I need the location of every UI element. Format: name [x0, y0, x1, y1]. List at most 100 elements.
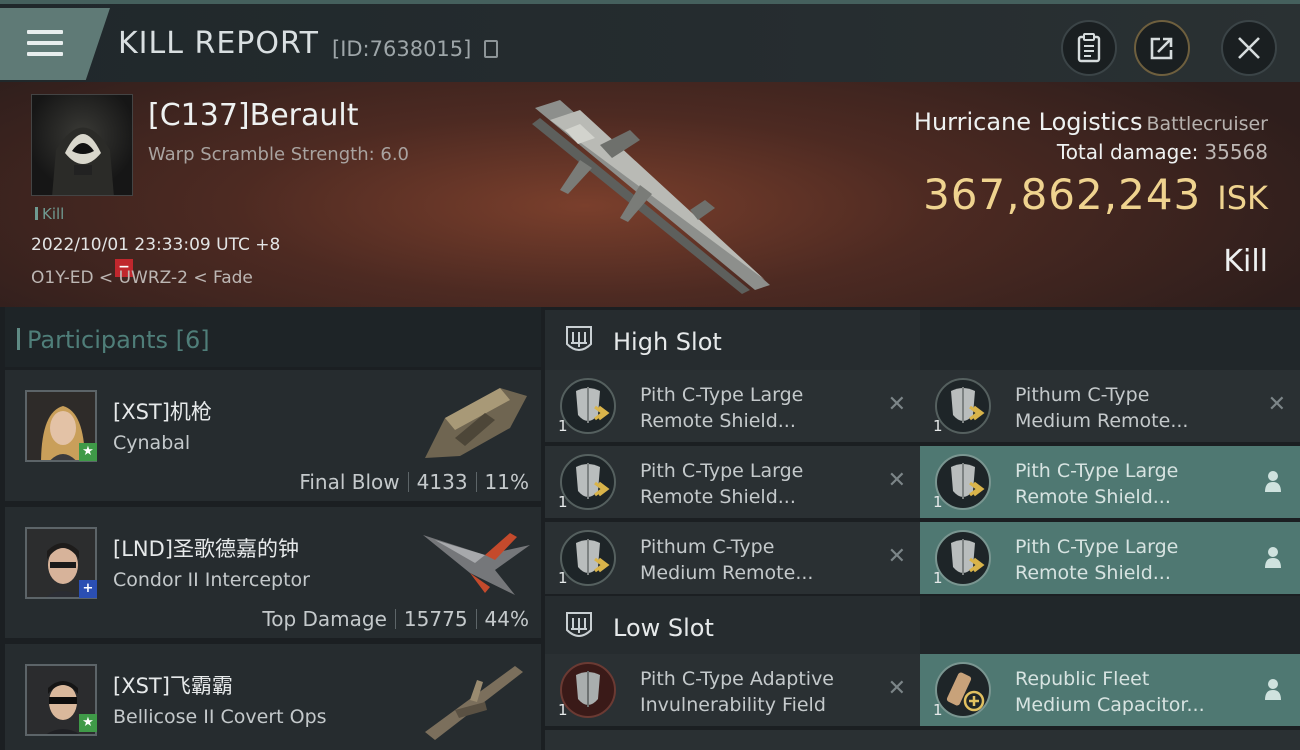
module-name: Pith C-Type Large Remote Shield...	[1015, 458, 1255, 510]
participant-name: [XST]飞霸霸	[113, 674, 233, 698]
person-icon	[1265, 679, 1281, 700]
module-name-line2: Medium Capacitor...	[1015, 694, 1205, 716]
high-slot-icon	[566, 326, 592, 351]
destroyed-icon: ✕	[887, 544, 906, 569]
shield-booster-icon	[935, 378, 991, 434]
title-bar: KILL REPORT [ID:7638015]	[0, 0, 1300, 82]
participant-stats: Final Blow 4133 11%	[299, 470, 529, 494]
module-name: Pith C-Type Adaptive Invulnerability Fiel…	[640, 666, 880, 718]
destroyed-icon: ✕	[887, 392, 906, 417]
shield-booster-icon	[935, 454, 991, 510]
module-quantity: 1	[933, 417, 943, 435]
module-name-line1: Pith C-Type Large	[640, 460, 804, 482]
kill-tag: Kill	[35, 205, 64, 223]
shield-booster-icon	[560, 530, 616, 586]
isk-unit: ISK	[1217, 179, 1268, 217]
person-icon	[1265, 547, 1281, 568]
module-name-line1: Republic Fleet	[1015, 668, 1150, 690]
participants-header: Participants [6]	[5, 307, 541, 367]
module-name-line2: Invulnerability Field	[640, 694, 826, 716]
high-slot-title: High Slot	[613, 328, 722, 356]
participants-title: Participants [6]	[17, 326, 210, 354]
export-icon	[1150, 37, 1173, 60]
module-name: Republic Fleet Medium Capacitor...	[1015, 666, 1255, 718]
participant-ship-image	[425, 666, 523, 740]
corp-badge: ★	[79, 443, 97, 461]
close-button[interactable]	[1221, 20, 1277, 76]
participant-name: [XST]机枪	[113, 400, 212, 424]
module-name-line2: Remote Shield...	[640, 410, 796, 432]
module-item[interactable]: 1 Pith C-Type Large Remote Shield...	[920, 522, 1300, 594]
module-quantity: 1	[558, 493, 568, 511]
damage-value: 4133	[416, 470, 468, 494]
corp-badge: +	[79, 580, 97, 598]
module-item[interactable]: 1 Pith C-Type Large Remote Shield...	[920, 446, 1300, 518]
participant-stats: Top Damage 15775 44%	[262, 607, 529, 631]
module-name-line2: Remote Shield...	[1015, 562, 1171, 584]
report-id: [ID:7638015]	[332, 37, 472, 61]
participant-row[interactable]: ★ [XST]机枪 Cynabal Final Blow 4133 11%	[5, 370, 541, 504]
clipboard-button[interactable]	[1061, 20, 1117, 76]
module-quantity: 1	[933, 569, 943, 587]
module-item[interactable]: 1 Pithum C-Type Medium Remote... ✕	[920, 370, 1300, 442]
victim-avatar[interactable]	[31, 94, 133, 196]
module-name-line2: Remote Shield...	[640, 486, 796, 508]
destroyed-icon: ✕	[887, 468, 906, 493]
module-quantity: 1	[933, 701, 943, 719]
participant-ship: Cynabal	[113, 432, 191, 454]
module-quantity: 1	[933, 493, 943, 511]
participant-row[interactable]: ★ [XST]飞霸霸 Bellicose II Covert Ops	[5, 644, 541, 750]
low-slot-icon	[566, 612, 592, 637]
participant-row[interactable]: + [LND]圣歌德嘉的钟 Condor II Interceptor Top …	[5, 507, 541, 641]
stat-label: Top Damage	[262, 607, 387, 631]
module-name: Pith C-Type Large Remote Shield...	[640, 382, 880, 434]
module-name: Pithum C-Type Medium Remote...	[1015, 382, 1255, 434]
module-name: Pith C-Type Large Remote Shield...	[640, 458, 880, 510]
module-item[interactable]: 1 Pith C-Type Large Remote Shield... ✕	[545, 370, 920, 442]
corp-badge: ★	[79, 714, 97, 732]
module-item[interactable]: 1 Pithum C-Type Medium Remote... ✕	[545, 522, 920, 594]
damage-value: 15775	[403, 607, 468, 631]
destroyed-icon: ✕	[1267, 392, 1286, 417]
slot-header-spacer	[920, 596, 1300, 656]
module-name-line1: Pith C-Type Large	[640, 384, 804, 406]
damage-percent: 44%	[484, 607, 529, 631]
low-slot-header: Low Slot	[545, 596, 920, 656]
module-item-partial[interactable]	[920, 730, 1300, 750]
invulnerability-field-icon	[560, 662, 616, 718]
high-slot-header: High Slot	[545, 310, 920, 370]
module-quantity: 1	[558, 701, 568, 719]
low-slot-title: Low Slot	[613, 614, 714, 642]
module-item[interactable]: 1 Pith C-Type Adaptive Invulnerability Fi…	[545, 654, 920, 726]
isk-value: 367,862,243 ISK	[923, 170, 1268, 219]
copy-icon[interactable]	[484, 40, 498, 58]
slot-header-spacer	[920, 310, 1300, 370]
capacitor-icon	[935, 662, 991, 718]
warp-scramble-strength: Warp Scramble Strength: 6.0	[148, 144, 410, 165]
isk-amount: 367,862,243	[923, 170, 1202, 219]
close-icon	[1238, 37, 1260, 59]
total-damage-label: Total damage:	[1056, 140, 1199, 164]
participant-ship: Bellicose II Covert Ops	[113, 706, 327, 728]
participant-name: [LND]圣歌德嘉的钟	[113, 537, 299, 561]
victim-ship-image	[532, 100, 770, 294]
participant-ship: Condor II Interceptor	[113, 569, 310, 591]
module-item-partial[interactable]	[545, 730, 920, 750]
participant-ship-image	[423, 533, 530, 595]
menu-button[interactable]	[0, 8, 110, 80]
victim-ship[interactable]: Hurricane Logistics Battlecruiser	[914, 108, 1268, 136]
page-title: KILL REPORT	[118, 26, 319, 61]
module-name-line1: Pithum C-Type	[640, 536, 775, 558]
module-item[interactable]: 1 Republic Fleet Medium Capacitor...	[920, 654, 1300, 726]
result-label: Kill	[1223, 244, 1268, 279]
stat-label: Final Blow	[299, 470, 400, 494]
victim-banner: − [C137]Berault Warp Scramble Strength: …	[0, 82, 1300, 307]
kill-datetime: 2022/10/01 23:33:09 UTC +8	[31, 235, 281, 255]
export-button[interactable]	[1134, 20, 1190, 76]
module-name-line1: Pith C-Type Large	[1015, 460, 1179, 482]
victim-pilot-name[interactable]: [C137]Berault	[148, 98, 358, 133]
module-item[interactable]: 1 Pith C-Type Large Remote Shield... ✕	[545, 446, 920, 518]
shield-booster-icon	[935, 530, 991, 586]
shield-booster-icon	[560, 378, 616, 434]
module-quantity: 1	[558, 417, 568, 435]
